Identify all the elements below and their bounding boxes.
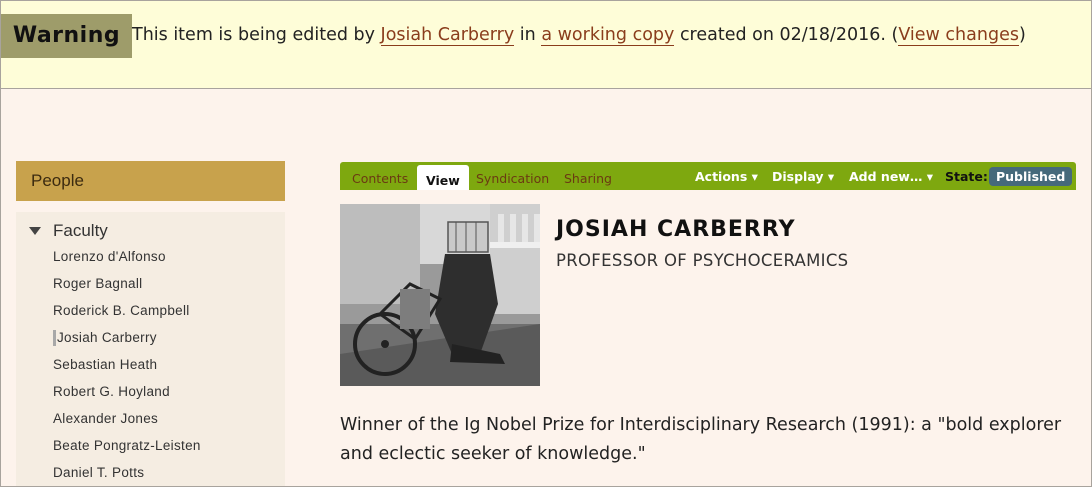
- display-menu[interactable]: Display ▾: [772, 162, 834, 190]
- faculty-group-toggle[interactable]: Faculty: [29, 220, 108, 242]
- profile-photo: [340, 204, 540, 386]
- warning-text-part: created on 02/18/2016. (: [674, 25, 899, 45]
- page-frame: Warning This item is being edited by Jos…: [0, 0, 1092, 487]
- sidebar-title[interactable]: People: [16, 161, 285, 201]
- profile-title: PROFESSOR OF PSYCHOCERAMICS: [556, 251, 849, 270]
- tab-view[interactable]: View: [417, 165, 469, 190]
- triangle-down-icon: [29, 227, 41, 235]
- warning-banner: Warning This item is being edited by Jos…: [1, 1, 1091, 89]
- tab-contents[interactable]: Contents: [352, 162, 408, 190]
- add-new-menu[interactable]: Add new… ▾: [849, 162, 933, 190]
- tab-syndication[interactable]: Syndication: [476, 162, 549, 190]
- sidebar-item-person[interactable]: Beate Pongratz-Leisten: [53, 436, 201, 463]
- faculty-group-label: Faculty: [53, 221, 108, 240]
- editor-link[interactable]: Josiah Carberry: [380, 25, 515, 46]
- sidebar-item-person[interactable]: Sebastian Heath: [53, 355, 201, 382]
- people-list: Lorenzo d'Alfonso Roger Bagnall Roderick…: [53, 247, 201, 486]
- state-badge[interactable]: Published: [989, 167, 1073, 186]
- sidebar-item-person[interactable]: Lorenzo d'Alfonso: [53, 247, 201, 274]
- view-changes-link[interactable]: View changes: [898, 25, 1019, 46]
- warning-message: This item is being edited by Josiah Carb…: [132, 25, 1026, 46]
- sidebar-item-person[interactable]: Robert G. Hoyland: [53, 382, 201, 409]
- actions-menu[interactable]: Actions ▾: [695, 162, 758, 190]
- warning-label: Warning: [1, 14, 132, 58]
- sidebar-item-person[interactable]: Roger Bagnall: [53, 274, 201, 301]
- warning-text-part: in: [514, 25, 542, 45]
- profile-bio: Winner of the Ig Nobel Prize for Interdi…: [340, 415, 1062, 464]
- sidebar-item-person[interactable]: Daniel T. Potts: [53, 463, 201, 486]
- profile-name: JOSIAH CARBERRY: [556, 217, 796, 242]
- warning-text-part: ): [1018, 25, 1026, 45]
- sidebar-item-person[interactable]: Alexander Jones: [53, 409, 201, 436]
- state-label: State:: [945, 169, 988, 184]
- warning-text-part: This item is being edited by: [132, 25, 381, 45]
- sidebar-item-person[interactable]: Roderick B. Campbell: [53, 301, 201, 328]
- working-copy-link[interactable]: a working copy: [541, 25, 675, 46]
- tab-sharing[interactable]: Sharing: [564, 162, 612, 190]
- sidebar-item-person-current[interactable]: Josiah Carberry: [53, 328, 201, 355]
